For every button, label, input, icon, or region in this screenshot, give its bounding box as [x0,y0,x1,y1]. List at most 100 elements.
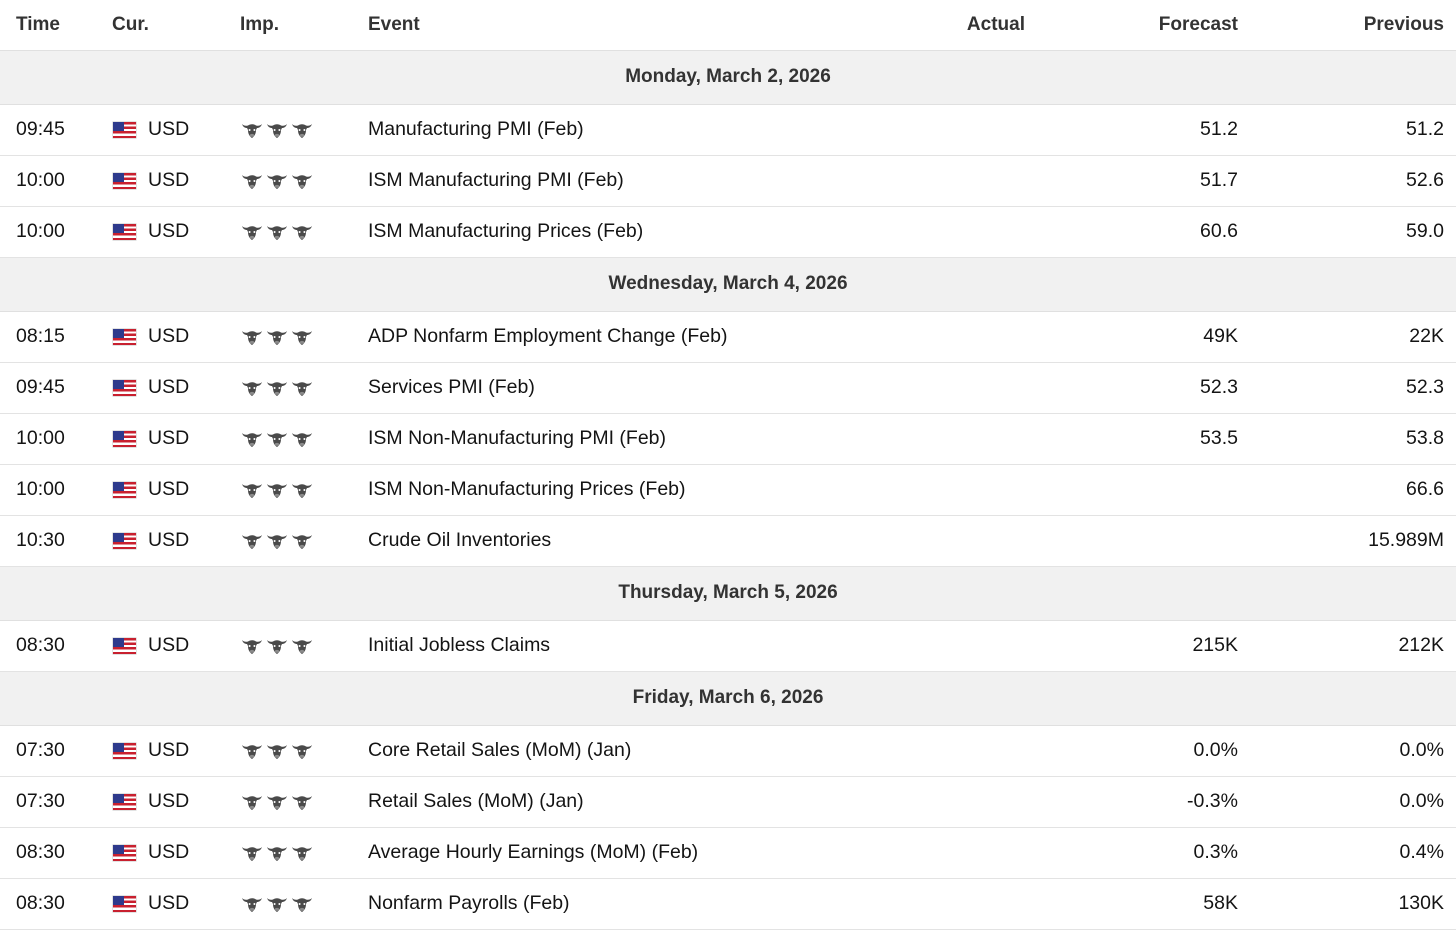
event-row[interactable]: 08:15 USD ADP Nonfarm Employment Change (F… [0,311,1456,363]
event-name-link[interactable]: Initial Jobless Claims [352,620,872,672]
column-header-time[interactable]: Time [0,0,96,51]
bull-icon [291,637,313,655]
us-flag-icon [113,379,136,396]
event-importance [224,206,352,258]
day-header-row: Friday, March 6, 2026 [0,671,1456,726]
event-name-link[interactable]: Manufacturing PMI (Feb) [352,104,872,156]
event-row[interactable]: 10:00 USD ISM Manufacturing PMI (Feb) 51.7 5… [0,155,1456,207]
event-name-link[interactable]: Retail Sales (MoM) (Jan) [352,776,872,828]
event-currency: USD [148,478,190,500]
event-importance [224,311,352,363]
bull-icon [241,637,263,655]
event-currency: USD [148,427,190,449]
event-row[interactable]: 08:30 USD Initial Jobless Claims 215K 212K [0,620,1456,672]
column-header-actual[interactable]: Actual [872,0,1052,51]
event-forecast: 51.7 [1052,155,1258,207]
event-time: 08:30 [0,620,96,672]
bull-icon [291,430,313,448]
event-previous: 51.2 [1258,104,1456,156]
bull-icon [241,379,263,397]
event-time: 10:00 [0,464,96,516]
us-flag-icon [113,121,136,138]
event-row[interactable]: 07:30 USD Core Retail Sales (MoM) (Jan) 0.0… [0,725,1456,777]
bull-icon [266,481,288,499]
column-header-forecast[interactable]: Forecast [1052,0,1258,51]
bull-icon [241,328,263,346]
event-row[interactable]: 08:30 USD Average Hourly Earnings (MoM) (F… [0,827,1456,879]
event-row[interactable]: 10:30 USD Crude Oil Inventories 15.989M [0,515,1456,567]
event-time: 08:30 [0,827,96,879]
bull-icon [291,481,313,499]
event-name-link[interactable]: Core Retail Sales (MoM) (Jan) [352,725,872,777]
column-header-currency[interactable]: Cur. [96,0,224,51]
bull-icon [241,793,263,811]
event-previous: 53.8 [1258,413,1456,465]
event-name-link[interactable]: ISM Manufacturing PMI (Feb) [352,155,872,207]
day-label: Thursday, March 5, 2026 [0,566,1456,621]
event-forecast: 58K [1052,878,1258,930]
event-time: 08:15 [0,311,96,363]
bull-icon [241,430,263,448]
event-previous: 212K [1258,620,1456,672]
event-actual [872,104,1052,156]
event-row[interactable]: 09:45 USD Manufacturing PMI (Feb) 51.2 51.2 [0,104,1456,156]
event-row[interactable]: 10:00 USD ISM Manufacturing Prices (Feb) 60… [0,206,1456,258]
event-actual [872,362,1052,414]
event-name-link[interactable]: ISM Non-Manufacturing Prices (Feb) [352,464,872,516]
event-currency-cell: USD [96,620,224,672]
us-flag-icon [113,793,136,810]
bull-icon [266,742,288,760]
column-header-event[interactable]: Event [352,0,872,51]
event-importance [224,725,352,777]
event-importance [224,515,352,567]
column-header-importance[interactable]: Imp. [224,0,352,51]
day-label: Wednesday, March 4, 2026 [0,257,1456,312]
event-forecast: 52.3 [1052,362,1258,414]
event-actual [872,725,1052,777]
event-forecast: 0.0% [1052,725,1258,777]
event-currency: USD [148,376,190,398]
table-header: Time Cur. Imp. Event Actual Forecast Pre… [0,0,1456,51]
event-name-link[interactable]: Crude Oil Inventories [352,515,872,567]
bull-icon [266,172,288,190]
event-time: 08:30 [0,878,96,930]
event-currency-cell: USD [96,206,224,258]
bull-icon [266,223,288,241]
bull-icon [266,895,288,913]
event-name-link[interactable]: Nonfarm Payrolls (Feb) [352,878,872,930]
bull-icon [241,481,263,499]
column-header-previous[interactable]: Previous [1258,0,1456,51]
us-flag-icon [113,895,136,912]
bull-icon [291,895,313,913]
event-currency-cell: USD [96,464,224,516]
event-time: 07:30 [0,725,96,777]
event-time: 07:30 [0,776,96,828]
event-actual [872,464,1052,516]
event-name-link[interactable]: ADP Nonfarm Employment Change (Feb) [352,311,872,363]
event-row[interactable]: 10:00 USD ISM Non-Manufacturing PMI (Feb) 5… [0,413,1456,465]
bull-icon [266,379,288,397]
event-row[interactable]: 10:00 USD ISM Non-Manufacturing Prices (Fe… [0,464,1456,516]
event-name-link[interactable]: ISM Manufacturing Prices (Feb) [352,206,872,258]
event-forecast: 60.6 [1052,206,1258,258]
event-currency-cell: USD [96,776,224,828]
bull-icon [241,895,263,913]
us-flag-icon [113,637,136,654]
event-name-link[interactable]: Average Hourly Earnings (MoM) (Feb) [352,827,872,879]
bull-icon [291,121,313,139]
table-body: Monday, March 2, 2026 09:45 USD Manufacturi… [0,50,1456,930]
event-currency: USD [148,790,190,812]
event-row[interactable]: 08:30 USD Nonfarm Payrolls (Feb) 58K 130K [0,878,1456,930]
event-currency: USD [148,169,190,191]
event-currency-cell: USD [96,362,224,414]
event-time: 09:45 [0,104,96,156]
event-name-link[interactable]: Services PMI (Feb) [352,362,872,414]
event-currency-cell: USD [96,515,224,567]
event-row[interactable]: 09:45 USD Services PMI (Feb) 52.3 52.3 [0,362,1456,414]
event-importance [224,620,352,672]
us-flag-icon [113,223,136,240]
event-name-link[interactable]: ISM Non-Manufacturing PMI (Feb) [352,413,872,465]
event-row[interactable]: 07:30 USD Retail Sales (MoM) (Jan) -0.3% 0.0… [0,776,1456,828]
bull-icon [266,430,288,448]
event-previous: 15.989M [1258,515,1456,567]
